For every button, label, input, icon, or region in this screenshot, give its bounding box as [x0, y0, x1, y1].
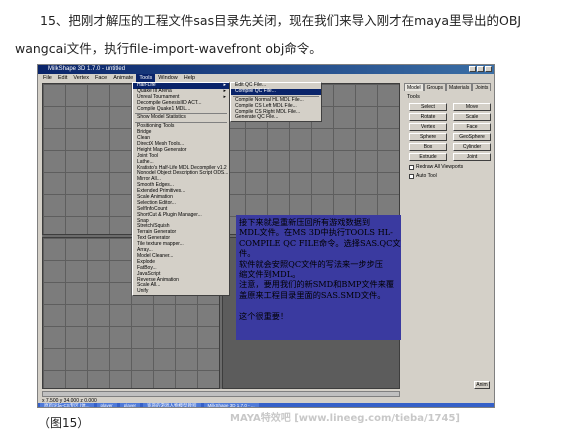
- option-0[interactable]: Redraw All Viewports: [409, 164, 494, 170]
- menu-file[interactable]: File: [40, 74, 55, 82]
- milkshape-screenshot: MilkShape 3D 1.7.0 - untitled File Edit Ve…: [37, 64, 495, 408]
- timeline-slider[interactable]: [42, 391, 400, 397]
- move-tool-button[interactable]: Move: [453, 103, 491, 111]
- article: 15、把刚才解压的工程文件sas目录先关闭，现在我们来导入刚才在maya里导出的…: [0, 0, 585, 432]
- menu-face[interactable]: Face: [92, 74, 110, 82]
- close-button[interactable]: [485, 66, 492, 72]
- rotate-tool-button[interactable]: Rotate: [409, 113, 447, 121]
- menu-help[interactable]: Help: [181, 74, 198, 82]
- tools-menu: Half-Life ▸ Quake III Arena ▸ Unreal Tournam…: [132, 82, 230, 297]
- tab-groups[interactable]: Groups: [423, 83, 447, 91]
- overlay-line: 接下来就是重新压回所有游戏数据到: [239, 217, 371, 227]
- sphere-tool-button[interactable]: Sphere: [409, 133, 447, 141]
- extrude-tool-button[interactable]: Extrude: [409, 153, 447, 161]
- menu-item-label: Compile QC File...: [235, 87, 276, 94]
- checkbox[interactable]: [409, 164, 414, 170]
- checkbox[interactable]: [409, 173, 414, 179]
- menu-item-label: Show Model Statistics: [137, 114, 186, 121]
- anim-button[interactable]: Anim: [474, 381, 490, 389]
- menu-edit[interactable]: Edit: [55, 74, 70, 82]
- instruction-overlay: 接下来就是重新压回所有游戏数据到 MDL文件。在MS 3D中执行TOOLS HL-…: [236, 215, 401, 340]
- menu-window[interactable]: Window: [155, 74, 181, 82]
- cylinder-tool-button[interactable]: Cylinder: [453, 143, 491, 151]
- tab-model[interactable]: Model: [404, 83, 424, 91]
- menu-item-label: Unify: [137, 288, 149, 295]
- taskbar: 原鸡论坛-CS专区 [体... player player 宽哥的游戏人物模型教程 Mi…: [38, 403, 494, 407]
- overlay-line: 盖原来工程目录里面的SAS.SMD文件。: [239, 289, 386, 300]
- tab-joints[interactable]: Joints: [472, 83, 492, 91]
- maximize-button[interactable]: [477, 66, 484, 72]
- menu-vertex[interactable]: Vertex: [70, 74, 92, 82]
- panel-tabs: Model Groups Materials Joints: [404, 83, 494, 91]
- taskbar-item[interactable]: player: [96, 403, 117, 407]
- menu-tools[interactable]: Tools: [136, 74, 156, 82]
- figure-caption: （图15）: [38, 416, 90, 430]
- paragraph-line-2: wangcai文件，执行file-import-wavefront obj命令。: [15, 41, 322, 56]
- geosphere-tool-button[interactable]: GeoSphere: [453, 133, 491, 141]
- overlay-line: 软件就会安照QC文件的写法来一步步压: [239, 258, 383, 269]
- overlay-line: 注意，要用我们的新SMD和BMP文件来覆: [239, 279, 395, 290]
- overlay-line: 缩文件到MDL。: [239, 269, 301, 280]
- minimize-button[interactable]: [469, 66, 476, 72]
- overlay-line: 这个很重要！: [239, 310, 289, 321]
- menubar: File Edit Vertex Face Animate Tools Window Help: [38, 74, 494, 82]
- menu-animate[interactable]: Animate: [110, 74, 136, 82]
- vertex-tool-button[interactable]: Vertex: [409, 123, 447, 131]
- menu-item[interactable]: Generate QC File...: [231, 115, 321, 121]
- half-life-submenu: Edit QC File... Compile QC File... Compile…: [230, 82, 322, 123]
- box-tool-button[interactable]: Box: [409, 143, 447, 151]
- overlay-line: COMPILE QC FILE命令。选择SAS.QC文: [239, 237, 401, 248]
- watermark: MAYA特效吧 [www.lineeg.com/tieba/1745]: [230, 413, 460, 424]
- tools-group-label: Tools: [407, 94, 420, 100]
- taskbar-item[interactable]: player: [119, 403, 141, 407]
- overlay-line: [236, 300, 401, 310]
- taskbar-item[interactable]: 原鸡论坛-CS专区 [体...: [40, 403, 94, 407]
- select-tool-button[interactable]: Select: [409, 103, 447, 111]
- overlay-line: 件。: [239, 248, 256, 259]
- tools-panel: Model Groups Materials Joints Tools Select M…: [404, 83, 494, 393]
- scale-tool-button[interactable]: Scale: [453, 113, 491, 121]
- tab-materials[interactable]: Materials: [446, 83, 473, 91]
- checkbox-label: Redraw All Viewports: [416, 164, 464, 170]
- taskbar-item[interactable]: 宽哥的游戏人物模型教程: [143, 403, 201, 407]
- menu-item-label: Compile Quake1 MDL...: [137, 105, 191, 112]
- window-title: MilkShape 3D 1.7.0 - untitled: [48, 66, 126, 72]
- tool-button-grid: Select Move Rotate Scale Vertex Face Sphere Geo…: [409, 103, 494, 161]
- menu-item[interactable]: Unify: [133, 288, 229, 295]
- joint-tool-button[interactable]: Joint: [453, 153, 491, 161]
- overlay-line: MDL文件。在MS 3D中执行TOOLS HL-: [239, 227, 393, 238]
- taskbar-item[interactable]: MilkShape 3D 1.7.0 - ...: [203, 403, 259, 407]
- paragraph-line-1: 15、把刚才解压的工程文件sas目录先关闭，现在我们来导入刚才在maya里导出的…: [40, 13, 522, 28]
- menu-item-label: Generate QC File...: [235, 114, 279, 121]
- panel-options: Redraw All Viewports Auto Tool: [404, 164, 494, 179]
- option-1[interactable]: Auto Tool: [409, 173, 494, 179]
- window-titlebar: MilkShape 3D 1.7.0 - untitled: [38, 65, 494, 74]
- face-tool-button[interactable]: Face: [453, 123, 491, 131]
- checkbox-label: Auto Tool: [416, 173, 437, 179]
